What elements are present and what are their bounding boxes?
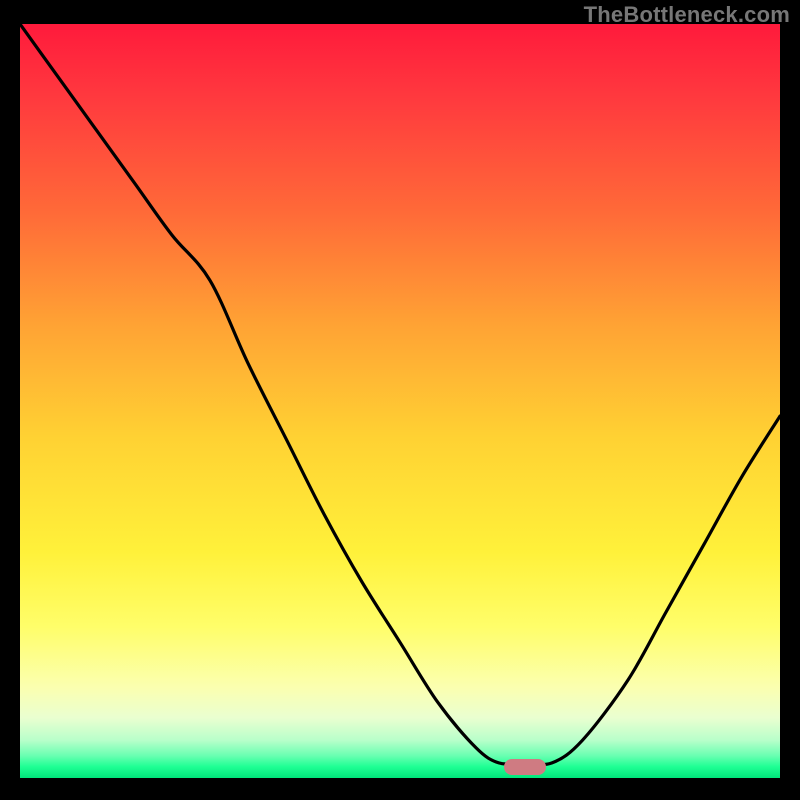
- optimal-marker: [504, 759, 546, 775]
- chart-frame: TheBottleneck.com: [0, 0, 800, 800]
- plot-area: [20, 24, 780, 778]
- bottleneck-curve: [20, 24, 780, 778]
- curve-path: [20, 24, 780, 765]
